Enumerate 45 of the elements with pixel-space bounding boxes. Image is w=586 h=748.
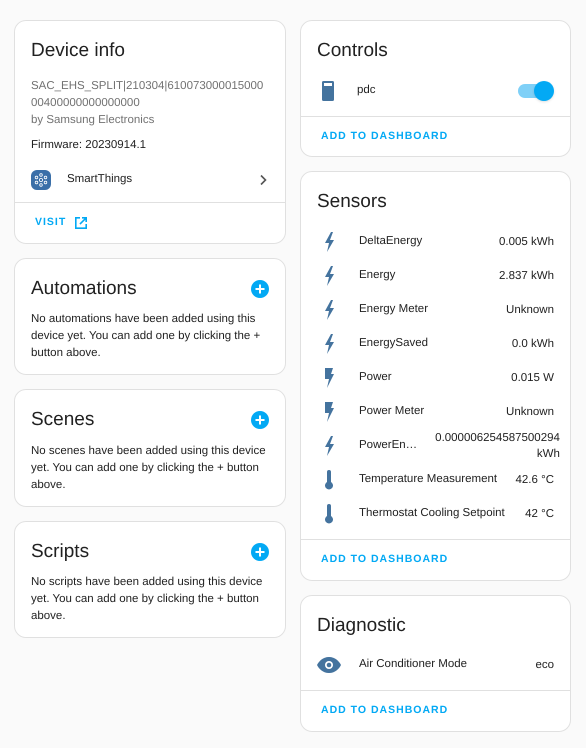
entity-name[interactable]: DeltaEnergy [359,233,482,250]
entity-value: 2.837 kWh [499,268,554,284]
integration-row[interactable]: SmartThings [15,158,285,202]
card-title: Sensors [317,191,387,212]
empty-message: No scripts have been added using this device yet. You can add one by clicking the + button above. [31,575,264,624]
thermometer-icon [323,470,335,490]
integration-name: SmartThings [67,172,134,188]
empty-message: No automations have been added using this device yet. You can add one by clicking the + button above. [31,312,262,361]
entity-value: eco [535,658,554,673]
thermometer-icon [323,504,335,524]
add-icon[interactable] [251,542,269,561]
entity-name[interactable]: Air Conditioner Mode [359,656,518,674]
entity-name[interactable]: PowerEn… [359,437,418,454]
entity-name[interactable]: Power Meter [359,403,488,420]
entity-name[interactable]: Power [359,369,494,386]
card-title: Device info [31,39,126,63]
card-title: Automations [31,276,137,300]
entity-name[interactable]: Thermostat Cooling Setpoint [359,505,508,522]
entity-value: 0.005 kWh [499,234,554,250]
device-icon [321,80,335,100]
entity-name[interactable]: Temperature Measurement [359,471,498,488]
entity-name[interactable]: EnergySaved [359,335,494,352]
card-title: Scripts [31,540,90,564]
entity-value: Unknown [506,302,554,318]
add-icon[interactable] [251,411,269,430]
entity-value: 42.6 °C [516,472,554,488]
eye-icon [317,657,341,673]
entity-value: Unknown [506,404,554,420]
entity-value: 0.0 kWh [512,336,554,352]
card-title: Scenes [31,408,94,432]
external-link-icon [74,216,88,230]
entity-name[interactable]: Energy Meter [359,301,488,318]
entity-name[interactable]: pdc [357,82,500,100]
add-icon[interactable] [251,280,269,298]
toggle-switch[interactable] [518,80,554,100]
firmware-text: Firmware: 20230914.1 [31,138,148,152]
integration-logo-icon [31,170,51,190]
empty-message: No scenes have been added using this device yet. You can add one by clicking the + button above. [31,444,267,492]
manufacturer-text: by Samsung Electronics [31,112,156,128]
entity-value: 0.000006254587500294 kWh [435,430,560,462]
card-title: Diagnostic [317,614,406,636]
card-title: Controls [317,40,388,61]
entity-name[interactable]: Energy [359,267,482,284]
entity-value: 0.015 W [511,370,554,386]
entity-value: 42 °C [525,506,554,522]
